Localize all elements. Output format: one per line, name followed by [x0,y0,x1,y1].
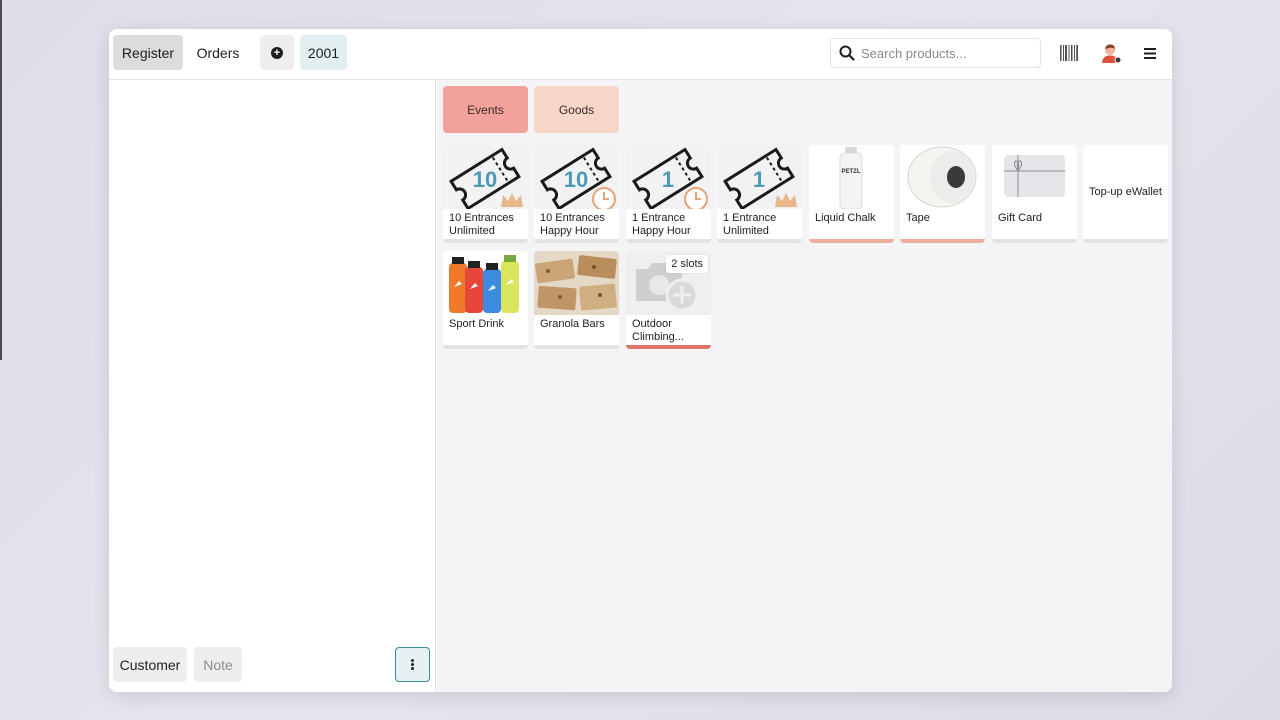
product-name: 1 Entrance Unlimited [723,212,777,237]
product-card[interactable]: Sport Drink [443,251,528,349]
crown-icon [501,193,523,207]
product-name: Sport Drink [449,318,505,330]
product-name: Granola Bars [540,318,605,330]
search-input[interactable]: Search products... [830,38,1041,68]
more-vertical-icon [411,658,414,671]
background-window-edge [0,0,2,360]
note-button[interactable]: Note [194,647,242,682]
product-card[interactable]: 10 10 Entrances Unlimited [443,145,528,243]
clock-icon [684,187,708,211]
product-screen: Events Goods 10 10 Entrances Unlimited 1… [437,80,1172,692]
sport-drink-image [443,251,528,315]
category-goods[interactable]: Goods [534,86,619,133]
granola-bars-image [534,251,619,315]
order-panel: Customer Note [109,80,436,692]
product-card[interactable]: Granola Bars [534,251,619,349]
product-card[interactable]: 10 10 Entrances Happy Hour [534,145,619,243]
clock-icon [592,187,616,211]
gift-card-image [992,145,1077,209]
ticket-icon: 10 [534,145,619,211]
product-name: 10 Entrances Unlimited [449,212,514,237]
image-placeholder-icon: 2 slots [626,251,711,315]
product-name: Liquid Chalk [815,212,876,224]
product-name: Gift Card [998,212,1043,224]
slots-badge: 2 slots [666,255,708,273]
ticket-icon: 1 [717,145,802,211]
product-name: 10 Entrances Happy Hour [540,212,605,237]
hamburger-menu-icon[interactable] [1144,48,1156,59]
product-card[interactable]: Top-up eWallet [1083,145,1168,243]
user-avatar-icon[interactable] [1100,42,1122,64]
barcode-icon[interactable] [1060,45,1078,61]
svg-text:10: 10 [473,167,497,192]
plus-circle-icon: + [271,46,283,59]
product-card[interactable]: Gift Card [992,145,1077,243]
product-card[interactable]: 2 slots Outdoor Climbing... [626,251,711,349]
search-icon [839,45,855,61]
pos-window: Register Orders + 2001 Search products..… [109,29,1172,692]
svg-text:1: 1 [662,167,674,192]
customer-button[interactable]: Customer [113,647,187,682]
category-events[interactable]: Events [443,86,528,133]
search-placeholder: Search products... [861,45,967,61]
orders-button[interactable]: Orders [189,35,247,70]
order-tab-2001[interactable]: 2001 [300,35,347,70]
svg-text:10: 10 [564,167,588,192]
ticket-icon: 1 [626,145,711,211]
product-name: 1 Entrance Happy Hour [632,212,691,237]
tape-roll-image [900,145,985,209]
more-actions-button[interactable] [395,647,430,682]
chalk-bottle-image: PETZL [809,145,894,210]
product-name: Top-up eWallet [1089,185,1162,198]
svg-text:1: 1 [753,167,765,192]
product-card[interactable]: 1 1 Entrance Unlimited [717,145,802,243]
product-name: Tape [906,212,930,224]
product-name: Outdoor Climbing... [632,318,684,343]
svg-text:PETZL: PETZL [842,169,861,175]
product-card[interactable]: 1 1 Entrance Happy Hour [626,145,711,243]
register-button[interactable]: Register [113,35,183,70]
ticket-icon: 10 [443,145,528,211]
crown-icon [775,193,797,207]
top-bar: Register Orders + 2001 Search products..… [109,29,1172,80]
product-card[interactable]: PETZL Liquid Chalk [809,145,894,243]
product-card[interactable]: Tape [900,145,985,243]
new-order-button[interactable]: + [260,35,294,70]
